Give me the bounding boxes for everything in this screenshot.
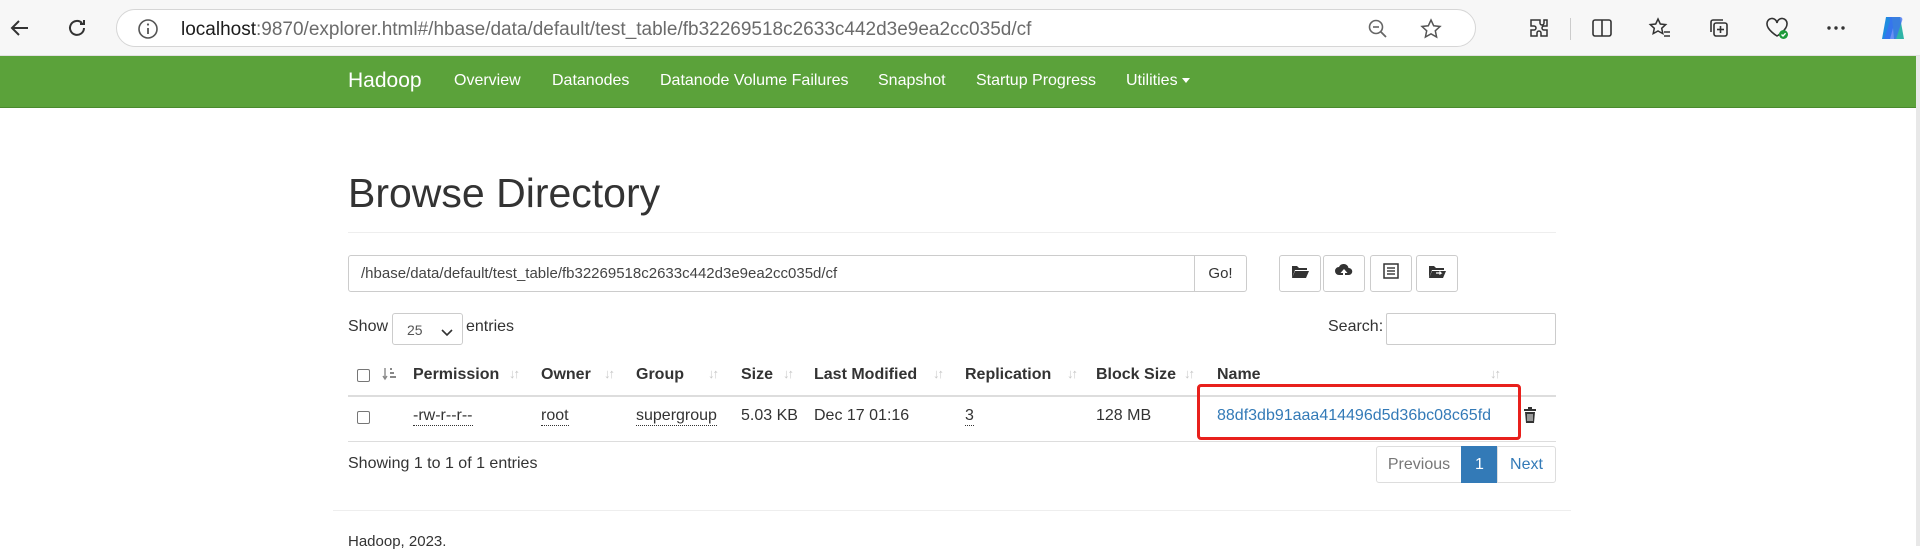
page-1-button[interactable]: 1	[1461, 446, 1498, 483]
header-name[interactable]: Name	[1217, 366, 1261, 384]
hadoop-navbar: Hadoop Overview Datanodes Datanode Volum…	[0, 56, 1916, 108]
folder-move-icon	[1428, 263, 1446, 284]
title-divider	[348, 232, 1556, 233]
toolbar-divider	[1570, 18, 1571, 40]
highlight-box	[1197, 384, 1521, 440]
favorite-star-icon[interactable]	[1420, 18, 1442, 40]
url-path: :9870/explorer.html#/hbase/data/default/…	[256, 19, 1032, 40]
create-directory-button[interactable]	[1279, 255, 1321, 292]
zoom-out-icon[interactable]	[1367, 18, 1389, 40]
split-screen-icon[interactable]	[1586, 12, 1618, 44]
footer-divider	[333, 510, 1571, 511]
site-info-icon[interactable]	[137, 18, 159, 40]
header-owner[interactable]: Owner	[541, 366, 591, 384]
sort-arrows-icon[interactable]: ↓↑	[783, 366, 794, 381]
address-bar[interactable]: localhost:9870/explorer.html#/hbase/data…	[116, 9, 1476, 47]
search-input[interactable]	[1386, 313, 1556, 345]
row-divider	[348, 441, 1556, 442]
cut-paste-button[interactable]	[1370, 255, 1412, 292]
nav-overview[interactable]: Overview	[454, 72, 521, 90]
group-cell[interactable]: supergroup	[636, 407, 717, 426]
footer-text: Hadoop, 2023.	[348, 533, 447, 550]
show-label: Show	[348, 318, 389, 335]
sort-arrows-icon[interactable]: ↓↑	[1067, 366, 1078, 381]
collections-icon[interactable]	[1703, 12, 1735, 44]
last-modified-cell: Dec 17 01:16	[814, 407, 910, 424]
select-all-checkbox[interactable]	[357, 369, 370, 382]
previous-button[interactable]: Previous	[1376, 446, 1462, 483]
copilot-icon[interactable]	[1877, 12, 1909, 44]
header-permission[interactable]: Permission	[413, 366, 499, 384]
favorites-icon[interactable]	[1644, 12, 1676, 44]
caret-down-icon	[1181, 78, 1190, 84]
browser-toolbar: localhost:9870/explorer.html#/hbase/data…	[0, 0, 1920, 56]
sort-arrows-icon[interactable]: ↓↑	[708, 366, 719, 381]
upload-button[interactable]	[1323, 255, 1365, 292]
sort-icon[interactable]	[382, 366, 398, 385]
path-input[interactable]: /hbase/data/default/test_table/fb3226951…	[348, 255, 1195, 292]
row-checkbox[interactable]	[357, 411, 370, 424]
header-size[interactable]: Size	[741, 366, 773, 384]
next-button[interactable]: Next	[1497, 446, 1556, 483]
go-button[interactable]: Go!	[1194, 255, 1247, 292]
sort-arrows-icon[interactable]: ↓↑	[1184, 366, 1195, 381]
entries-per-page-value: 25	[407, 322, 423, 338]
folder-open-icon	[1291, 263, 1309, 284]
nav-utilities-label: Utilities	[1126, 72, 1178, 89]
more-options-icon[interactable]	[1820, 12, 1852, 44]
sort-arrows-icon[interactable]: ↓↑	[509, 366, 520, 381]
page-title: Browse Directory	[348, 170, 661, 216]
owner-cell[interactable]: root	[541, 407, 569, 426]
nav-startup-progress[interactable]: Startup Progress	[976, 72, 1096, 90]
brand-logo[interactable]: Hadoop	[348, 69, 422, 93]
header-group[interactable]: Group	[636, 366, 684, 384]
trash-icon[interactable]	[1523, 407, 1537, 428]
header-replication[interactable]: Replication	[965, 366, 1051, 384]
sort-arrows-icon[interactable]: ↓↑	[1490, 366, 1501, 381]
nav-utilities[interactable]: Utilities	[1126, 72, 1190, 90]
block-size-cell: 128 MB	[1096, 407, 1152, 424]
sort-arrows-icon[interactable]: ↓↑	[933, 366, 944, 381]
nav-snapshot[interactable]: Snapshot	[878, 72, 946, 90]
nav-datanodes[interactable]: Datanodes	[552, 72, 629, 90]
sort-arrows-icon[interactable]: ↓↑	[604, 366, 615, 381]
entries-label: entries	[466, 318, 515, 335]
url-host: localhost	[181, 19, 256, 40]
entries-per-page-select[interactable]: 25	[392, 313, 463, 345]
chevron-down-icon	[441, 324, 453, 340]
extensions-icon[interactable]	[1523, 12, 1555, 44]
search-label: Search:	[1328, 318, 1384, 335]
browser-essentials-icon[interactable]	[1761, 12, 1793, 44]
header-block-size[interactable]: Block Size	[1096, 366, 1176, 384]
replication-cell[interactable]: 3	[965, 407, 974, 426]
size-cell: 5.03 KB	[741, 407, 798, 424]
nav-datanode-volume-failures[interactable]: Datanode Volume Failures	[660, 72, 849, 90]
move-button[interactable]	[1416, 255, 1458, 292]
cloud-upload-icon	[1334, 263, 1354, 284]
permission-cell[interactable]: -rw-r--r--	[413, 407, 473, 426]
table-info: Showing 1 to 1 of 1 entries	[348, 455, 538, 472]
url-text: localhost:9870/explorer.html#/hbase/data…	[181, 19, 1031, 41]
page-scrollbar[interactable]	[1916, 56, 1920, 546]
back-arrow-icon[interactable]	[2, 10, 38, 46]
list-alt-icon	[1383, 263, 1399, 284]
refresh-icon[interactable]	[59, 10, 95, 46]
header-last-modified[interactable]: Last Modified	[814, 366, 917, 384]
